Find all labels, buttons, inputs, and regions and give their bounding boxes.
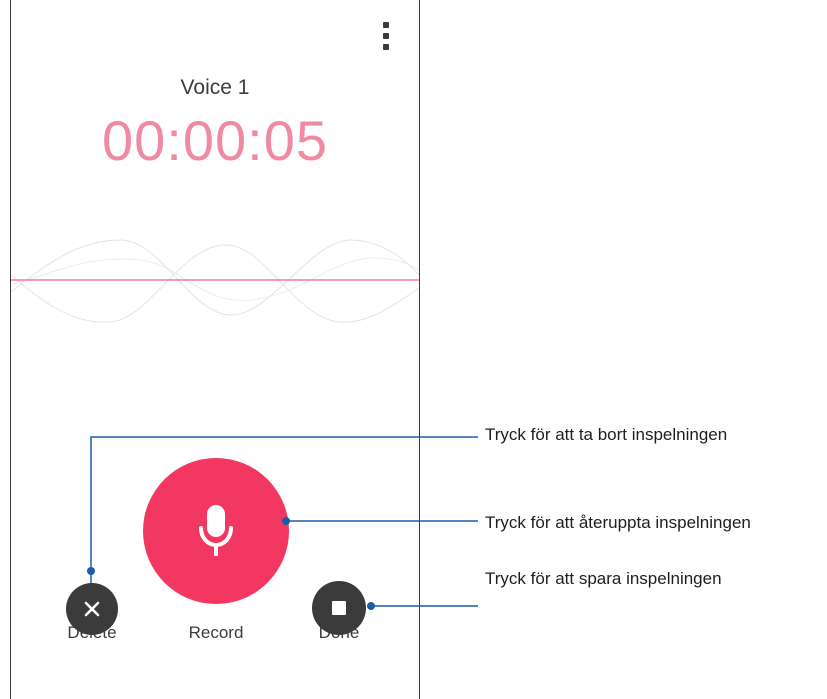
waveform [11, 239, 419, 323]
callout-save-text: Tryck för att spara inspelningen [485, 569, 722, 588]
delete-label: Delete [67, 623, 117, 642]
stop-icon [332, 601, 346, 615]
recorder-screen: Voice 1 00:00:05 Delete Record Done [10, 0, 420, 699]
callout-resume-text: Tryck för att återuppta inspelningen [485, 513, 751, 532]
recording-title: Voice 1 [180, 76, 250, 99]
record-label: Record [188, 623, 244, 642]
elapsed-timer: 00:00:05 [102, 109, 328, 172]
microphone-icon [199, 505, 233, 556]
close-icon [84, 601, 100, 617]
callout-delete-text: Tryck för att ta bort inspelningen [485, 425, 728, 444]
done-label: Done [318, 623, 360, 642]
more-options-icon[interactable] [381, 22, 391, 50]
record-button[interactable] [143, 458, 289, 604]
